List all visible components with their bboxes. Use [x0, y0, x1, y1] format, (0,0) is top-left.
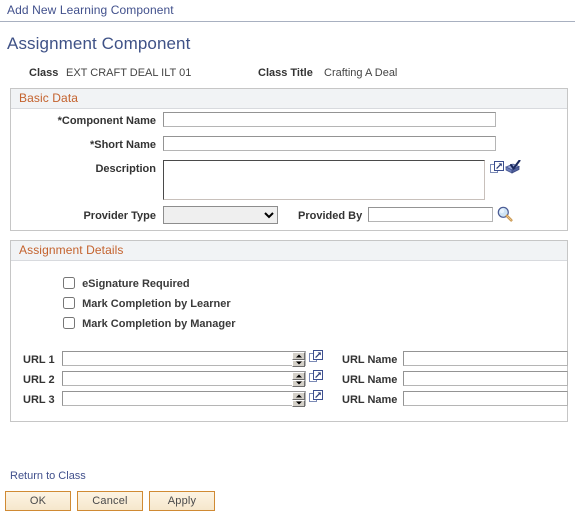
basic-data-group: Basic Data *Component Name *Short Name D…	[10, 88, 568, 231]
url-1-spinner-up[interactable]	[292, 352, 305, 360]
esignature-required-row[interactable]: eSignature Required	[63, 277, 190, 290]
url-2-expand-popup-icon[interactable]	[309, 370, 323, 383]
url-3-spinner-up[interactable]	[292, 392, 305, 400]
breadcrumb: Add New Learning Component	[0, 0, 575, 22]
url-3-spinner-down[interactable]	[292, 399, 305, 407]
mark-completion-manager-row[interactable]: Mark Completion by Manager	[63, 317, 235, 330]
mark-completion-learner-checkbox[interactable]	[63, 297, 75, 309]
mark-completion-manager-label: Mark Completion by Manager	[82, 318, 236, 330]
url-3-input[interactable]	[62, 391, 306, 406]
class-title-label: Class Title	[258, 67, 313, 79]
provider-type-label: Provider Type	[83, 210, 156, 222]
url-3-name-input[interactable]	[403, 391, 568, 406]
assignment-details-group: Assignment Details eSignature Required M…	[10, 240, 568, 422]
url-1-spinner[interactable]	[292, 352, 305, 367]
short-name-label: *Short Name	[89, 139, 156, 151]
mark-completion-learner-label: Mark Completion by Learner	[82, 298, 231, 310]
url-1-expand-popup-icon[interactable]	[309, 350, 323, 363]
basic-data-body: *Component Name *Short Name Description	[11, 109, 567, 229]
url-2-spinner-down[interactable]	[292, 379, 305, 387]
class-title-value: Crafting A Deal	[324, 67, 398, 79]
basic-data-section-title: Basic Data	[11, 89, 567, 109]
esignature-required-label: eSignature Required	[82, 278, 190, 290]
url-3-spinner[interactable]	[292, 392, 305, 407]
short-name-input[interactable]	[163, 136, 496, 151]
url-3-expand-popup-icon[interactable]	[309, 390, 323, 403]
description-textarea[interactable]	[163, 160, 485, 200]
url-2-name-input[interactable]	[403, 371, 568, 386]
url-2-spinner[interactable]	[292, 372, 305, 387]
expand-popup-icon[interactable]	[490, 161, 504, 174]
url-1-label: URL 1	[23, 354, 55, 366]
url-1-name-input[interactable]	[403, 351, 568, 366]
apply-button[interactable]: Apply	[149, 491, 215, 511]
mark-completion-learner-row[interactable]: Mark Completion by Learner	[63, 297, 231, 310]
class-label: Class	[29, 67, 59, 79]
breadcrumb-link-add-new-learning-component[interactable]: Add New Learning Component	[7, 3, 174, 17]
mark-completion-manager-checkbox[interactable]	[63, 317, 75, 329]
component-name-label: *Component Name	[57, 115, 156, 127]
provider-type-select[interactable]	[163, 206, 278, 224]
ok-button[interactable]: OK	[5, 491, 71, 511]
spell-check-icon[interactable]	[505, 160, 522, 175]
url-2-input[interactable]	[62, 371, 306, 386]
provided-by-label: Provided By	[298, 210, 363, 222]
url-1-spinner-down[interactable]	[292, 359, 305, 367]
class-value: EXT CRAFT DEAL ILT 01	[66, 67, 192, 79]
cancel-button[interactable]: Cancel	[77, 491, 143, 511]
url-1-input[interactable]	[62, 351, 306, 366]
page-title: Assignment Component	[7, 34, 191, 53]
return-to-class-link[interactable]: Return to Class	[10, 470, 86, 482]
esignature-required-checkbox[interactable]	[63, 277, 75, 289]
url-1-name-label: URL Name	[342, 354, 398, 366]
component-name-input[interactable]	[163, 112, 496, 127]
provided-by-input[interactable]	[368, 207, 493, 222]
url-3-label: URL 3	[23, 394, 55, 406]
description-label: Description	[95, 163, 156, 175]
class-header: Class EXT CRAFT DEAL ILT 01 Class Title …	[0, 58, 575, 88]
assignment-details-body: eSignature Required Mark Completion by L…	[11, 261, 568, 420]
url-3-name-label: URL Name	[342, 394, 398, 406]
url-2-label: URL 2	[23, 374, 55, 386]
assignment-details-section-title: Assignment Details	[11, 241, 567, 261]
url-2-spinner-up[interactable]	[292, 372, 305, 380]
magnifier-lookup-icon[interactable]	[497, 206, 513, 222]
url-2-name-label: URL Name	[342, 374, 398, 386]
